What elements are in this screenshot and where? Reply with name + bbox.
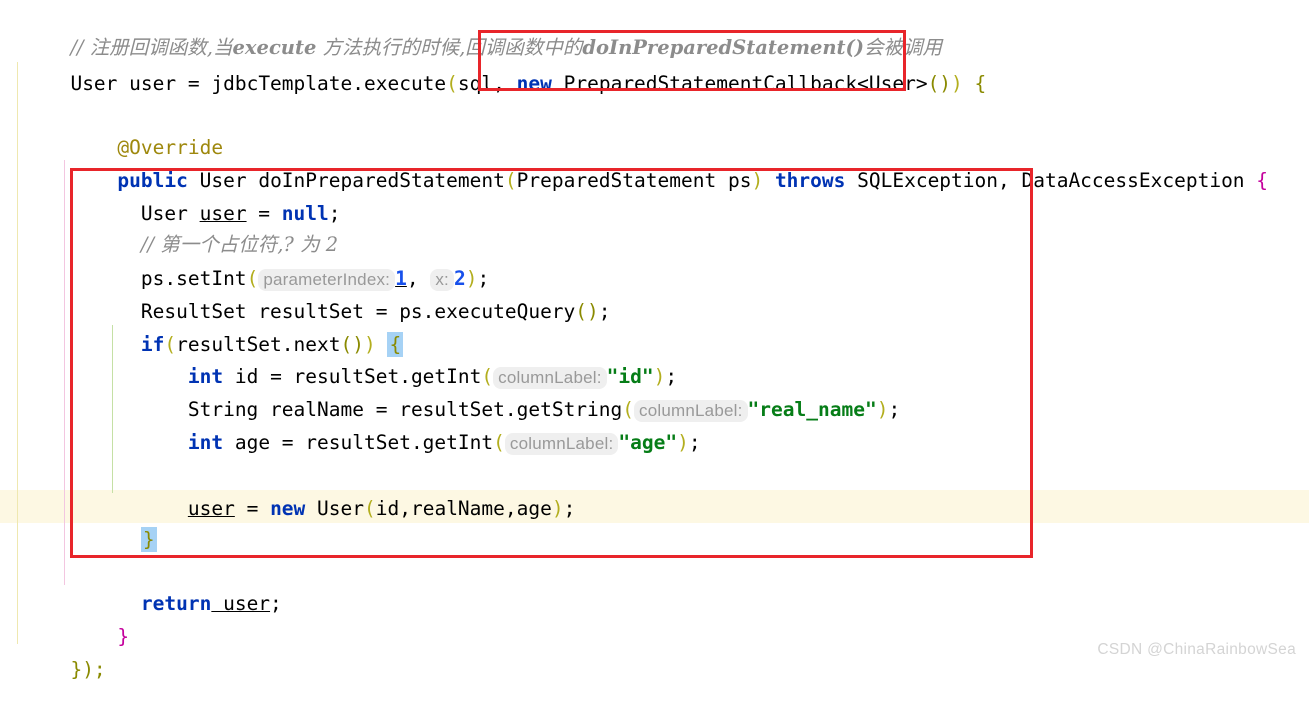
code-line-new-user: user = new User(id,realName,age); — [0, 459, 1309, 520]
token-paren-open: ( — [446, 72, 458, 95]
token-age-var: age — [223, 431, 282, 454]
token-string-age: "age" — [618, 431, 678, 454]
code-line-comment-1: // 注册回调函数,当execute 方法执行的时候,回调函数中的doInPre… — [0, 0, 1309, 59]
code-line-method-close-brace: } — [0, 587, 1309, 648]
code-line-comment-2: // 第一个占位符,? 为 2 — [0, 195, 1309, 256]
code-line-get-id: int id = resultSet.getInt(columnLabel: "i… — [0, 327, 1309, 389]
code-line-return-user: return user; — [0, 554, 1309, 615]
token-arg-sql: sql — [457, 72, 494, 95]
code-line-execute-call: User user = jdbcTemplate.execute(sql, ne… — [0, 34, 1309, 95]
code-editor[interactable]: // 注册回调函数,当execute 方法执行的时候,回调函数中的doInPre… — [0, 0, 1309, 681]
token-if-close-brace: } — [140, 527, 157, 552]
code-line-get-realname: String realName = resultSet.getString(co… — [0, 360, 1309, 422]
code-line-if-next: if(resultSet.next()) { — [0, 295, 1309, 357]
token-jdbctemplate-execute: jdbcTemplate.execute — [211, 72, 447, 95]
token-type-user: User — [70, 72, 118, 95]
token-getint-age-paren-close: ) — [677, 431, 689, 454]
code-line-method-signature: public User doInPreparedStatement(Prepar… — [0, 131, 1309, 192]
token-getint-age: resultSet.getInt — [305, 431, 494, 454]
token-kw-int-age: int — [187, 431, 224, 454]
token-age-assign: = — [281, 431, 306, 454]
token-getint-age-paren-open: ( — [493, 431, 505, 454]
token-ctor-parens: () — [927, 72, 952, 95]
token-comma: , — [493, 72, 517, 95]
token-call-close: }); — [70, 658, 106, 681]
token-var-user: user — [117, 72, 188, 95]
token-open-brace: { — [962, 72, 987, 95]
code-line-executequery: ResultSet resultSet = ps.executeQuery(); — [0, 262, 1309, 323]
csdn-watermark: CSDN @ChinaRainbowSea — [1097, 641, 1296, 658]
code-line-setint: ps.setInt(parameterIndex: 1, x: 2); — [0, 229, 1309, 291]
token-assign: = — [187, 72, 212, 95]
code-line-annotation-override: @Override — [0, 98, 1309, 159]
token-age-semi: ; — [688, 431, 701, 454]
token-ctor-callback: PreparedStatementCallback<User> — [551, 72, 928, 95]
inlay-hint-columnlabel-age: columnLabel: — [504, 433, 619, 455]
token-kw-new: new — [516, 72, 552, 95]
token-paren-close: ) — [951, 72, 963, 95]
code-line-get-age: int age = resultSet.getInt(columnLabel: "… — [0, 393, 1309, 455]
code-line-declare-user: User user = null; — [0, 164, 1309, 225]
code-line-if-close-brace: } — [0, 490, 1309, 552]
